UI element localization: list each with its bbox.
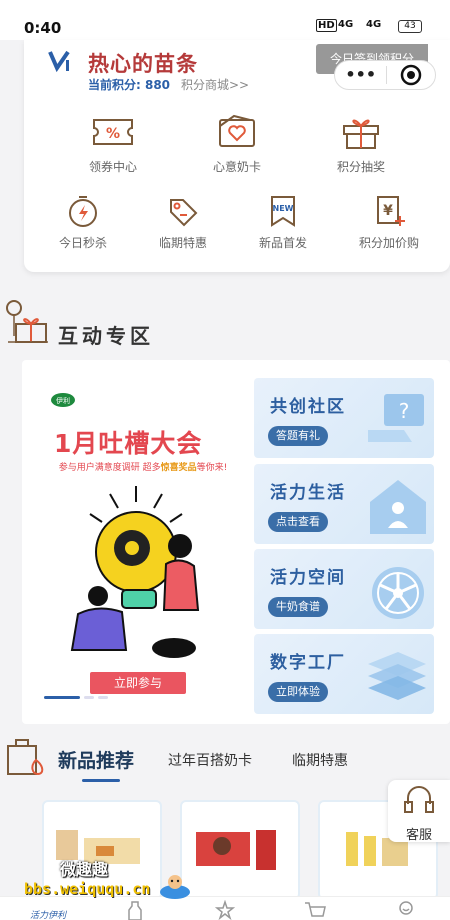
join-now-button[interactable]: 立即参与: [90, 672, 186, 694]
banner-subtitle-pre: 参与用户满意度调研 超多: [58, 463, 161, 473]
network-4g-2: 4G: [366, 19, 382, 30]
yuan-plus-icon: ¥: [377, 196, 405, 226]
banner-subtitle-highlight: 惊喜奖品: [160, 463, 197, 473]
flash-timer-icon: [69, 196, 97, 227]
tile-button[interactable]: 立即体验: [268, 682, 328, 702]
menu-label: 新品首发: [258, 236, 307, 250]
carousel-dot[interactable]: [98, 696, 108, 699]
svg-text:%: %: [106, 126, 120, 142]
heart-card-icon: [219, 114, 255, 147]
tile-active-life[interactable]: 活力生活 点击查看: [254, 464, 434, 544]
tile-title: 活力空间: [270, 568, 346, 588]
nav-profile-icon[interactable]: [396, 900, 416, 920]
status-time: 0:40: [24, 19, 62, 37]
network-4g-1: 4G: [338, 19, 354, 30]
menu-coupon-center[interactable]: % 领券中心: [68, 112, 158, 175]
active-tab-indicator: [82, 779, 120, 782]
shopping-bag-icon: [7, 739, 44, 776]
menu-gift-milk-card[interactable]: 心意奶卡: [192, 112, 282, 175]
tile-title: 共创社区: [270, 397, 346, 417]
banner-title: 1月吐槽大会: [54, 429, 203, 458]
product-card[interactable]: [180, 800, 300, 900]
watermark-mascot-icon: [160, 875, 190, 899]
menu-label: 今日秒杀: [58, 236, 107, 250]
points-balance: 当前积分: 880: [88, 78, 171, 92]
brand-logo-icon: [48, 50, 70, 73]
lightbulb-people-illustration: [70, 486, 200, 658]
question-bubble-icon: ?: [368, 394, 424, 442]
section-title-interactive: 互动专区: [58, 324, 154, 348]
customer-service-label: 客服: [405, 828, 432, 843]
tile-button[interactable]: 答题有礼: [268, 426, 328, 446]
coupon-icon: %: [93, 119, 133, 145]
tab-near-expiry[interactable]: 临期特惠: [292, 750, 348, 770]
nav-cart-icon[interactable]: [304, 900, 326, 920]
status-bar: 0:40 HD 4G 4G 43: [0, 0, 450, 40]
menu-points-add-on[interactable]: ¥ 积分加价购: [344, 194, 434, 251]
nav-home[interactable]: 活力伊利: [30, 908, 66, 920]
tile-digital-factory[interactable]: 数字工厂 立即体验: [254, 634, 434, 714]
target-close-icon: [400, 64, 422, 86]
carousel-dot-active[interactable]: [44, 696, 80, 699]
price-tag-icon: [170, 199, 198, 227]
menu-label: 领券中心: [88, 160, 137, 174]
new-badge-text: NEW: [273, 204, 294, 213]
banner-subtitle: 参与用户满意度调研 超多惊喜奖品等你来!: [48, 460, 238, 473]
balloon-gift-icon: [6, 300, 48, 343]
tile-title: 数字工厂: [270, 653, 346, 673]
tile-title: 活力生活: [270, 483, 346, 503]
customer-service-button[interactable]: 客服: [388, 780, 450, 843]
yili-logo-icon: 伊利: [51, 393, 75, 407]
new-badge-icon: NEW: [271, 196, 295, 227]
watermark-text: 微趣趣: [60, 860, 109, 879]
mini-program-page: 0:40 HD 4G 4G 43 热心的苗条 当前积分: 880 积分商城>> …: [0, 0, 450, 920]
menu-label: 积分抽奖: [336, 160, 385, 174]
stacked-layers-icon: [368, 652, 426, 700]
headset-icon: [404, 786, 434, 813]
tile-active-space[interactable]: 活力空间 牛奶食谱: [254, 549, 434, 629]
nav-star-hands-icon[interactable]: [212, 900, 238, 920]
menu-flash-sale[interactable]: 今日秒杀: [38, 194, 128, 251]
points-mall-link[interactable]: 积分商城>>: [181, 76, 249, 93]
carousel-dot[interactable]: [84, 696, 94, 699]
more-menu-button[interactable]: •••: [335, 61, 386, 89]
tile-co-create-community[interactable]: 共创社区 答题有礼 ?: [254, 378, 434, 458]
yuan-symbol: ¥: [383, 203, 393, 219]
yili-logo-text: 伊利: [56, 396, 70, 405]
menu-label: 临期特惠: [158, 236, 207, 250]
product-image: [196, 830, 276, 870]
battery-icon: 43: [398, 20, 422, 33]
house-person-icon: [370, 480, 426, 534]
menu-near-expiry-deals[interactable]: 临期特惠: [138, 194, 228, 251]
banner-subtitle-post: 等你来!: [196, 463, 228, 473]
menu-new-products[interactable]: NEW 新品首发: [238, 194, 328, 251]
hd-badge: HD: [316, 19, 337, 32]
close-target-button[interactable]: [387, 64, 435, 86]
mini-program-capsule: •••: [334, 60, 436, 90]
nav-milk-bottle-icon[interactable]: [126, 900, 144, 920]
tab-new-products[interactable]: 新品推荐: [58, 746, 134, 773]
tile-button[interactable]: 牛奶食谱: [268, 597, 328, 617]
menu-label: 积分加价购: [358, 236, 419, 250]
gift-box-icon: [343, 119, 379, 149]
tile-button[interactable]: 点击查看: [268, 512, 328, 532]
svg-text:?: ?: [399, 399, 410, 423]
menu-points-lottery[interactable]: 积分抽奖: [316, 112, 406, 175]
watermark-url: bbs.weiququ.cn: [24, 880, 151, 898]
tab-new-year-milk-card[interactable]: 过年百搭奶卡: [168, 750, 252, 770]
fan-wheel-icon: [372, 567, 424, 619]
user-name: 热心的苗条: [88, 52, 198, 76]
menu-label: 心意奶卡: [212, 160, 261, 174]
